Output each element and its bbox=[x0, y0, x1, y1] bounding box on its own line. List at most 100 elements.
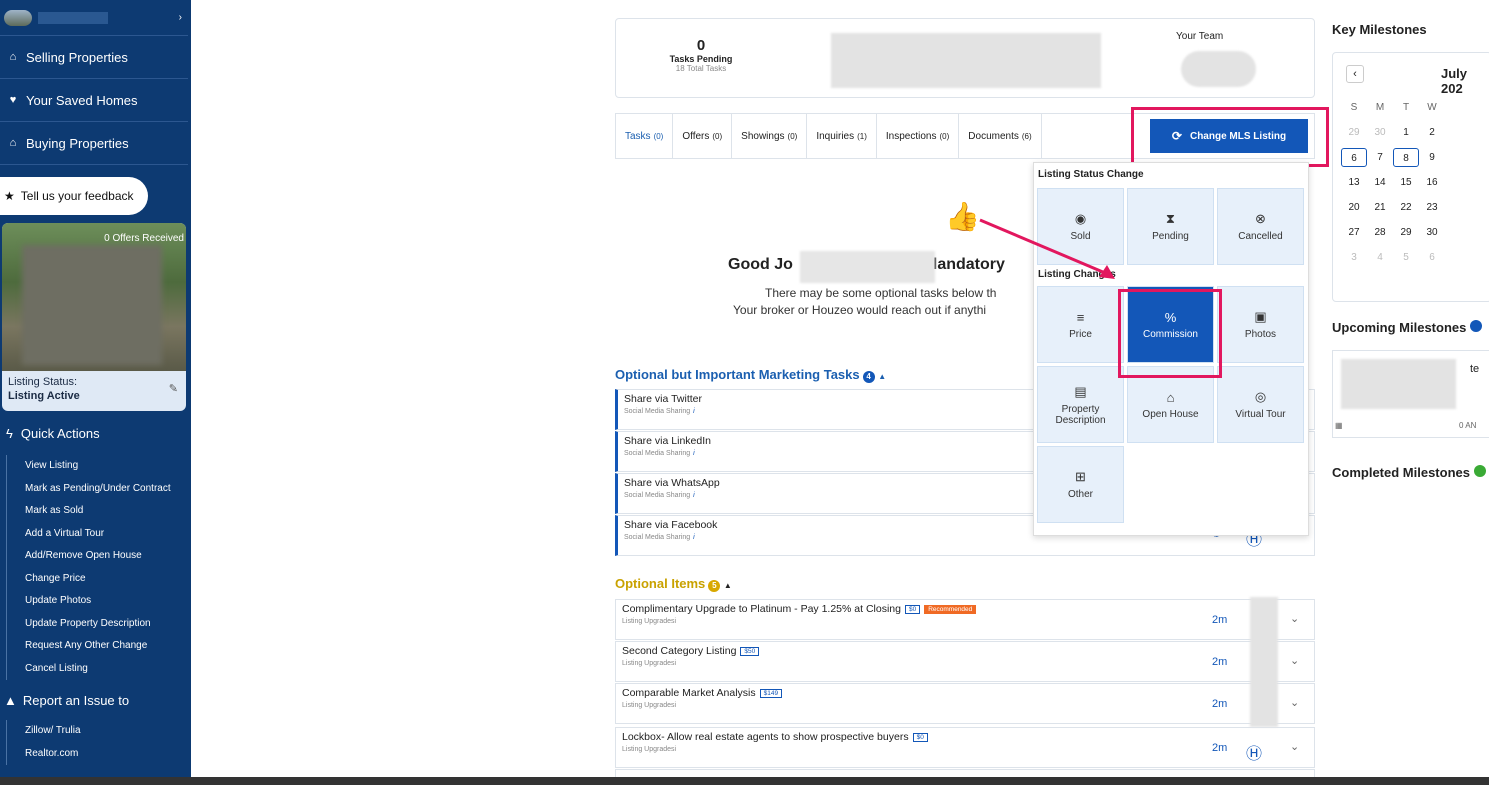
quick-actions-list: View Listing Mark as Pending/Under Contr… bbox=[6, 455, 188, 680]
quick-action-link[interactable]: Add a Virtual Tour bbox=[25, 523, 188, 546]
optional-title: Optional Items bbox=[615, 576, 706, 591]
info-icon[interactable]: i bbox=[675, 746, 677, 753]
day-cell[interactable] bbox=[1445, 223, 1471, 242]
day-cell[interactable] bbox=[1471, 123, 1489, 142]
info-icon[interactable]: i bbox=[675, 660, 677, 667]
day-cell[interactable] bbox=[1471, 248, 1489, 267]
paperclip-icon[interactable]: ✎ bbox=[169, 382, 178, 395]
day-cell[interactable]: 8 bbox=[1393, 148, 1419, 167]
chevron-down-icon[interactable]: ⌄ bbox=[1290, 696, 1299, 709]
sidebar-item-selling[interactable]: ⌂ Selling Properties bbox=[0, 36, 188, 79]
option-other[interactable]: ⊞ Other bbox=[1037, 446, 1124, 523]
quick-action-link[interactable]: Mark as Sold bbox=[25, 500, 188, 523]
info-icon[interactable]: i bbox=[693, 492, 695, 499]
option-label: Pending bbox=[1152, 231, 1189, 242]
day-cell[interactable] bbox=[1445, 173, 1471, 192]
option-photos[interactable]: ▣ Photos bbox=[1217, 286, 1304, 363]
day-cell[interactable]: 15 bbox=[1393, 173, 1419, 192]
houzeo-logo-icon[interactable]: Ⓗ bbox=[1246, 740, 1262, 764]
day-cell[interactable]: 28 bbox=[1367, 223, 1393, 242]
marketing-section-title[interactable]: Optional but Important Marketing Tasks 4 … bbox=[615, 367, 886, 383]
optional-item-row[interactable]: Second Category Listing $50 Listing Upgrad… bbox=[615, 641, 1315, 682]
day-cell[interactable]: 3 bbox=[1341, 248, 1367, 267]
info-icon[interactable]: i bbox=[693, 534, 695, 541]
day-cell[interactable] bbox=[1445, 148, 1471, 167]
quick-action-link[interactable]: View Listing bbox=[25, 455, 188, 478]
optional-section-title[interactable]: Optional Items 5 ▲ bbox=[615, 576, 732, 592]
day-cell[interactable]: 13 bbox=[1341, 173, 1367, 192]
day-cell[interactable] bbox=[1471, 223, 1489, 242]
tab-inspections[interactable]: Inspections (0) bbox=[877, 113, 960, 159]
day-cell[interactable]: 21 bbox=[1367, 198, 1393, 217]
scrollbar[interactable] bbox=[0, 777, 1489, 785]
chevron-down-icon[interactable]: ⌄ bbox=[1290, 740, 1299, 753]
option-virtual-tour[interactable]: ◎ Virtual Tour bbox=[1217, 366, 1304, 443]
info-icon[interactable]: i bbox=[693, 450, 695, 457]
day-cell[interactable]: 22 bbox=[1393, 198, 1419, 217]
optional-item-row[interactable]: Lockbox- Allow real estate agents to sho… bbox=[615, 727, 1315, 768]
listing-card[interactable]: 0 Offers Received Listing Status: Listing… bbox=[2, 223, 186, 411]
day-cell[interactable] bbox=[1445, 198, 1471, 217]
quick-action-link[interactable]: Request Any Other Change bbox=[25, 635, 188, 658]
tab-tasks[interactable]: Tasks (0) bbox=[616, 113, 674, 159]
timer-icon[interactable]: 2m bbox=[1212, 656, 1227, 668]
day-cell[interactable]: 6 bbox=[1341, 148, 1367, 167]
quick-action-link[interactable]: Change Price bbox=[25, 568, 188, 591]
optional-item-row[interactable]: Comparable Market Analysis $149 Listing Up… bbox=[615, 683, 1315, 724]
info-icon[interactable]: i bbox=[693, 408, 695, 415]
day-cell[interactable]: 20 bbox=[1341, 198, 1367, 217]
milestone-card[interactable]: te ▦ 0 AN bbox=[1332, 350, 1489, 438]
timer-icon[interactable]: 2m bbox=[1212, 698, 1227, 710]
day-cell[interactable] bbox=[1471, 173, 1489, 192]
day-cell[interactable]: 27 bbox=[1341, 223, 1367, 242]
completed-label: Completed Milestones bbox=[1332, 465, 1470, 480]
report-issue-link[interactable]: Zillow/ Trulia bbox=[25, 720, 188, 743]
day-cell[interactable]: 6 bbox=[1419, 248, 1445, 267]
day-cell[interactable]: 29 bbox=[1341, 123, 1367, 142]
report-issue-link[interactable]: Realtor.com bbox=[25, 743, 188, 766]
day-cell[interactable]: 23 bbox=[1419, 198, 1445, 217]
day-cell[interactable] bbox=[1471, 198, 1489, 217]
quick-action-link[interactable]: Add/Remove Open House bbox=[25, 545, 188, 568]
timer-icon[interactable]: 2m bbox=[1212, 614, 1227, 626]
quick-action-link[interactable]: Mark as Pending/Under Contract bbox=[25, 478, 188, 501]
day-cell[interactable]: 16 bbox=[1419, 173, 1445, 192]
tab-offers[interactable]: Offers (0) bbox=[673, 113, 733, 159]
tab-count: (0) bbox=[653, 131, 664, 141]
option-pending[interactable]: ⧗ Pending bbox=[1127, 188, 1214, 265]
day-cell[interactable]: 7 bbox=[1367, 148, 1393, 167]
timer-icon[interactable]: 2m bbox=[1212, 742, 1227, 754]
option-cancelled[interactable]: ⊗ Cancelled bbox=[1217, 188, 1304, 265]
home-icon: ⌂ bbox=[9, 51, 17, 63]
feedback-button[interactable]: ★ Tell us your feedback bbox=[0, 177, 148, 215]
day-cell[interactable]: 29 bbox=[1393, 223, 1419, 242]
quick-action-link[interactable]: Update Photos bbox=[25, 590, 188, 613]
tab-inquiries[interactable]: Inquiries (1) bbox=[807, 113, 877, 159]
optional-item-row[interactable]: Complimentary Upgrade to Platinum - Pay … bbox=[615, 599, 1315, 640]
tab-documents[interactable]: Documents (6) bbox=[959, 113, 1042, 159]
info-icon[interactable]: i bbox=[675, 618, 677, 625]
day-cell[interactable]: 5 bbox=[1393, 248, 1419, 267]
chevron-down-icon[interactable]: ⌄ bbox=[1290, 612, 1299, 625]
day-cell[interactable]: 30 bbox=[1367, 123, 1393, 142]
tab-showings[interactable]: Showings (0) bbox=[732, 113, 808, 159]
day-cell[interactable] bbox=[1445, 123, 1471, 142]
quick-action-link[interactable]: Cancel Listing bbox=[25, 658, 188, 681]
day-cell[interactable]: 9 bbox=[1419, 148, 1445, 167]
day-cell[interactable]: 30 bbox=[1419, 223, 1445, 242]
day-cell[interactable] bbox=[1471, 148, 1489, 167]
sidebar-item-buying[interactable]: ⌂ Buying Properties bbox=[0, 122, 188, 165]
account-switcher[interactable]: › bbox=[0, 0, 188, 36]
quick-action-link[interactable]: Update Property Description bbox=[25, 613, 188, 636]
option-price[interactable]: ≡ Price bbox=[1037, 286, 1124, 363]
option-property-description[interactable]: ▤ Property Description bbox=[1037, 366, 1124, 443]
chevron-left-icon[interactable]: ‹ bbox=[1346, 65, 1364, 83]
day-cell[interactable]: 4 bbox=[1367, 248, 1393, 267]
day-cell[interactable]: 1 bbox=[1393, 123, 1419, 142]
chevron-down-icon[interactable]: ⌄ bbox=[1290, 654, 1299, 667]
day-cell[interactable]: 14 bbox=[1367, 173, 1393, 192]
day-cell[interactable]: 2 bbox=[1419, 123, 1445, 142]
day-cell[interactable] bbox=[1445, 248, 1471, 267]
sidebar-item-saved-homes[interactable]: ♥ Your Saved Homes bbox=[0, 79, 188, 122]
info-icon[interactable]: i bbox=[675, 702, 677, 709]
